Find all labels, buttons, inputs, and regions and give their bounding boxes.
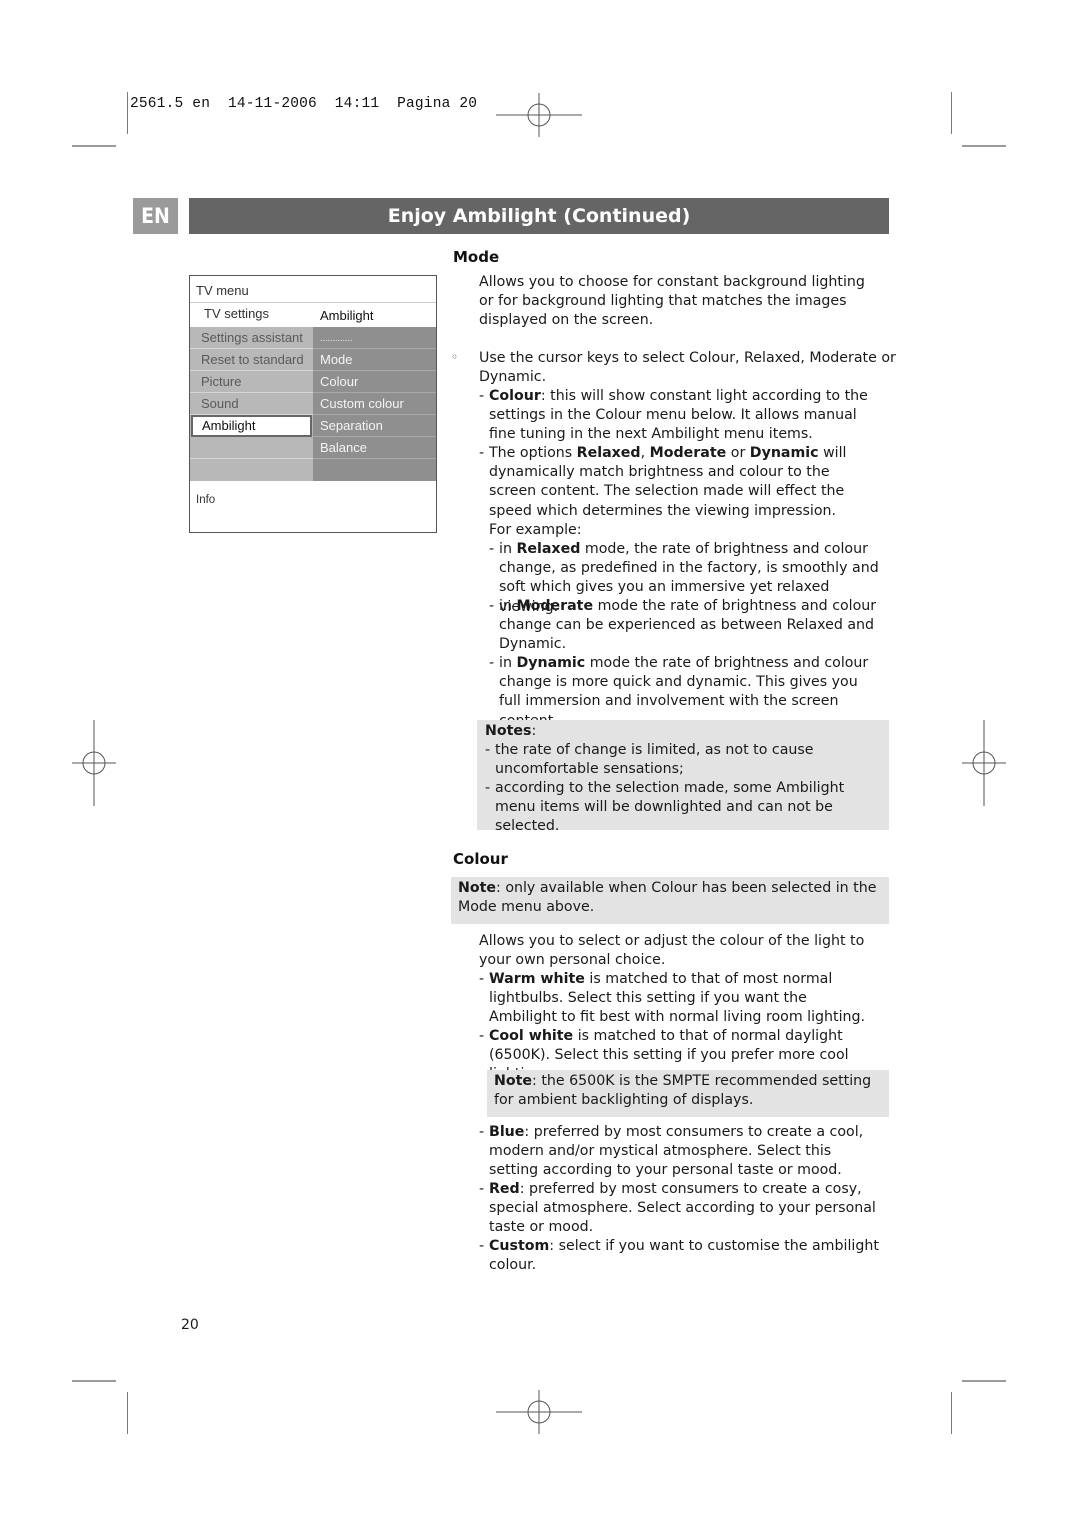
smpte-note: Note: the 6500K is the SMPTE recommended… <box>494 1073 872 1109</box>
tv-menu-item: Sound <box>190 393 313 415</box>
tv-menu-breadcrumb-left: TV settings <box>204 306 270 321</box>
colour-intro: Allows you to select or adjust the colou… <box>479 933 865 969</box>
dash: - <box>489 655 495 671</box>
colour-note: Note: only available when Colour has bee… <box>458 880 877 916</box>
mode-options-item: - The options Relaxed, Moderate or Dynam… <box>479 445 847 538</box>
tv-menu-item: Settings assistant <box>190 327 313 349</box>
term: Blue <box>489 1124 525 1140</box>
crop-mark <box>951 1392 952 1434</box>
tv-submenu-item: Balance <box>313 437 436 459</box>
tv-menu-item <box>190 437 313 459</box>
tv-menu-item: Picture <box>190 371 313 393</box>
dash: - <box>479 1181 485 1197</box>
crop-mark <box>951 92 952 134</box>
tv-submenu-item: Custom colour <box>313 393 436 415</box>
notes-label: Notes: <box>485 723 537 739</box>
mode-instruction: Use the cursor keys to select Colour, Re… <box>479 350 896 386</box>
term: Warm white <box>489 971 585 987</box>
dash: - <box>489 598 495 614</box>
dash: - <box>485 742 491 758</box>
term: Red <box>489 1181 520 1197</box>
crop-mark <box>127 92 128 134</box>
colour-heading: Colour <box>453 850 508 868</box>
tv-submenu-item: Separation <box>313 415 436 437</box>
term: Dynamic <box>749 445 819 461</box>
note-item: - according to the selection made, some … <box>485 780 845 835</box>
registration-mark-icon <box>496 93 582 137</box>
mode-example-moderate: - in Moderate mode the rate of brightnes… <box>489 598 877 653</box>
print-header: 2561.5 en 14-11-2006 14:11 Pagina 20 <box>130 96 477 112</box>
dash: - <box>489 541 495 557</box>
term: Cool white <box>489 1028 574 1044</box>
tv-menu-illustration: TV menu TV settings Ambilight Settings a… <box>189 275 437 533</box>
print-time: 14:11 <box>334 96 380 112</box>
term: Colour <box>489 388 541 404</box>
colour-item-red: - Red: preferred by most consumers to cr… <box>479 1181 876 1236</box>
term: Moderate <box>516 598 594 614</box>
term: Custom <box>489 1238 550 1254</box>
term: Moderate <box>649 445 727 461</box>
colour-item-blue: - Blue: preferred by most consumers to c… <box>479 1124 864 1179</box>
tv-menu-breadcrumb-right: Ambilight <box>320 308 374 323</box>
tv-submenu-item <box>313 459 436 481</box>
tv-menu-left-column: Settings assistant Reset to standard Pic… <box>190 327 313 481</box>
registration-mark-icon <box>962 720 1006 806</box>
dash: - <box>479 1028 485 1044</box>
page-number: 20 <box>181 1317 199 1333</box>
dash: - <box>479 1124 485 1140</box>
crop-mark <box>72 145 116 147</box>
tv-menu-item-selected: Ambilight <box>191 415 312 437</box>
tv-menu-right-column: ............. Mode Colour Custom colour … <box>313 327 436 481</box>
colour-item-warm-white: - Warm white is matched to that of most … <box>479 971 866 1026</box>
crop-mark <box>127 1392 128 1434</box>
tv-menu-header: TV menu <box>196 283 249 298</box>
tv-menu-info: Info <box>196 494 216 506</box>
example-label: For example: <box>489 521 582 538</box>
dash: - <box>479 971 485 987</box>
language-tag: EN <box>133 198 178 234</box>
dash: - <box>479 1238 485 1254</box>
term: Relaxed <box>516 541 581 557</box>
print-job: 2561.5 en <box>130 96 211 112</box>
dash: - <box>479 388 485 404</box>
colour-item-custom: - Custom: select if you want to customis… <box>479 1238 879 1274</box>
mode-colour-item: - Colour: this will show constant light … <box>479 388 868 443</box>
mode-intro: Allows you to choose for constant backgr… <box>479 274 865 329</box>
print-page-label: Pagina 20 <box>397 96 478 112</box>
registration-mark-icon <box>72 720 116 806</box>
tv-submenu-item: Colour <box>313 371 436 393</box>
section-title: Enjoy Ambilight (Continued) <box>189 198 889 234</box>
term: Dynamic <box>516 655 586 671</box>
tv-submenu-item: Mode <box>313 349 436 371</box>
crop-mark <box>72 1380 116 1382</box>
tv-menu-item: Reset to standard <box>190 349 313 371</box>
bullet-icon: ◦ <box>451 350 459 364</box>
crop-mark <box>962 145 1006 147</box>
dash: - <box>479 445 485 461</box>
term: Relaxed <box>576 445 641 461</box>
mode-heading: Mode <box>453 248 500 266</box>
note-item: - the rate of change is limited, as not … <box>485 742 814 778</box>
tv-menu-item <box>190 459 313 481</box>
divider <box>190 302 436 303</box>
crop-mark <box>962 1380 1006 1382</box>
registration-mark-icon <box>496 1390 582 1434</box>
tv-submenu-item: ............. <box>313 327 436 349</box>
print-date: 14-11-2006 <box>227 96 317 112</box>
dash: - <box>485 780 491 796</box>
